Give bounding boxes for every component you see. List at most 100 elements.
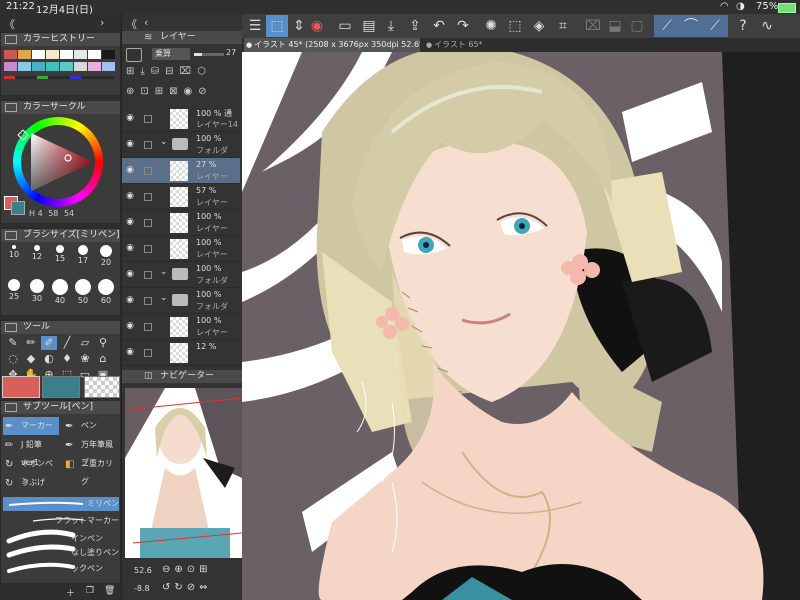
select-all-icon[interactable]: ⬚ bbox=[504, 15, 526, 37]
decoration-tool-icon[interactable]: ❀ bbox=[77, 352, 93, 366]
special-ruler-snap-icon[interactable]: ⌒ bbox=[680, 15, 702, 37]
layer-lock-checkbox[interactable] bbox=[144, 219, 152, 227]
menu-icon[interactable]: ☰ bbox=[244, 15, 266, 37]
history-swatch[interactable] bbox=[74, 62, 87, 71]
quick-access-icon[interactable]: ⬚ bbox=[266, 15, 288, 37]
brush-size-option[interactable]: 17 bbox=[72, 245, 94, 265]
crop-icon[interactable]: ⌗ bbox=[552, 15, 574, 37]
blend-tool-icon[interactable]: ♦ bbox=[59, 352, 75, 366]
delete-preset-icon[interactable]: 🗑 bbox=[104, 586, 115, 596]
new-file-icon[interactable]: ▭ bbox=[334, 15, 356, 37]
layer-lock-checkbox[interactable] bbox=[144, 245, 152, 253]
layer-lock-checkbox[interactable] bbox=[144, 115, 152, 123]
invert-selection-icon[interactable]: ⬓ bbox=[604, 15, 626, 37]
tab-inactive[interactable]: イラスト 65* bbox=[424, 38, 504, 52]
blend-mode-select[interactable]: 乗算 bbox=[152, 48, 190, 60]
ruler-snap-icon[interactable]: ⟋ bbox=[656, 15, 678, 37]
history-swatch[interactable] bbox=[46, 62, 59, 71]
layer-lock-checkbox[interactable] bbox=[144, 167, 152, 175]
layer-row[interactable]: ◉ 27 % レイヤー bbox=[122, 158, 240, 184]
layer-row[interactable]: ◉ 100 % レイヤー bbox=[122, 314, 240, 340]
save-icon[interactable]: ⤓ bbox=[380, 15, 402, 37]
layer-row[interactable]: ◉ 100 % レイヤー bbox=[122, 236, 240, 262]
brush-size-option[interactable]: 60 bbox=[95, 279, 117, 305]
open-folder-icon[interactable]: ▤ bbox=[358, 15, 380, 37]
visibility-eye-icon[interactable]: ◉ bbox=[124, 217, 136, 227]
history-swatch[interactable] bbox=[18, 50, 31, 59]
brush-size-option[interactable]: 15 bbox=[49, 245, 71, 263]
layer-row[interactable]: ◉ ⌄ 100 % フォルダ bbox=[122, 262, 240, 288]
visibility-eye-icon[interactable]: ◉ bbox=[124, 165, 136, 175]
folder-expand-icon[interactable]: ⌄ bbox=[160, 137, 168, 147]
layer-lock-checkbox[interactable] bbox=[144, 323, 152, 331]
layer-row[interactable]: ◉ 57 % レイヤー bbox=[122, 184, 240, 210]
brush-size-option[interactable]: 12 bbox=[26, 245, 48, 261]
tab-active[interactable]: イラスト 45* (2508 x 3676px 350dpi 52.6%) bbox=[244, 38, 420, 52]
help-icon[interactable]: ? bbox=[732, 15, 754, 37]
fill-tool-icon[interactable]: ◆ bbox=[23, 352, 39, 366]
brush-size-option[interactable]: 25 bbox=[3, 279, 25, 301]
brush-tool-icon[interactable]: ✐ bbox=[41, 336, 57, 350]
collapse-middle-icon[interactable]: 《 bbox=[126, 16, 137, 32]
undo-icon[interactable]: ↶ bbox=[428, 15, 450, 37]
history-swatch[interactable] bbox=[32, 62, 45, 71]
history-swatch[interactable] bbox=[46, 50, 59, 59]
eraser-tool-icon[interactable]: ▱ bbox=[77, 336, 93, 350]
sub-color-chip[interactable] bbox=[42, 376, 80, 398]
layer-lock-checkbox[interactable] bbox=[144, 141, 152, 149]
record-icon[interactable]: ◉ bbox=[306, 15, 328, 37]
history-swatch[interactable] bbox=[60, 50, 73, 59]
visibility-eye-icon[interactable]: ◉ bbox=[124, 113, 136, 123]
lasso-tool-icon[interactable]: ◌ bbox=[5, 352, 21, 366]
opacity-slider[interactable] bbox=[194, 53, 224, 56]
navigator-thumbnail[interactable] bbox=[125, 388, 242, 558]
layer-lock-checkbox[interactable] bbox=[144, 193, 152, 201]
visibility-eye-icon[interactable]: ◉ bbox=[124, 347, 136, 357]
gradient-tool-icon[interactable]: ◐ bbox=[41, 352, 57, 366]
companion-icon[interactable]: ∿ bbox=[756, 15, 778, 37]
history-swatch[interactable] bbox=[18, 62, 31, 71]
airbrush-tool-icon[interactable]: ╱ bbox=[59, 336, 75, 350]
layer-lock-checkbox[interactable] bbox=[144, 271, 152, 279]
history-swatch[interactable] bbox=[88, 50, 101, 59]
brush-size-option[interactable]: 10 bbox=[3, 245, 25, 259]
eyedropper-tool-icon[interactable]: ⚲ bbox=[95, 336, 111, 350]
history-swatch[interactable] bbox=[60, 62, 73, 71]
redo-icon[interactable]: ↷ bbox=[452, 15, 474, 37]
history-swatch[interactable] bbox=[88, 62, 101, 71]
visibility-eye-icon[interactable]: ◉ bbox=[124, 191, 136, 201]
add-preset-icon[interactable]: ＋ bbox=[66, 586, 75, 599]
history-swatch[interactable] bbox=[74, 50, 87, 59]
visibility-eye-icon[interactable]: ◉ bbox=[124, 321, 136, 331]
layer-row[interactable]: ◉ ⌄ 100 % フォルダ bbox=[122, 132, 240, 158]
layer-toolbar-row2[interactable]: ⊕⊡⊞⊠◉⊘ bbox=[126, 86, 240, 100]
visibility-eye-icon[interactable]: ◉ bbox=[124, 295, 136, 305]
collapse-left-icon[interactable]: 《 bbox=[4, 16, 24, 31]
sub-color-swatch[interactable] bbox=[11, 201, 25, 215]
visibility-eye-icon[interactable]: ◉ bbox=[124, 243, 136, 253]
layer-row[interactable]: ◉ 12 % bbox=[122, 340, 240, 366]
visibility-eye-icon[interactable]: ◉ bbox=[124, 139, 136, 149]
brush-size-option[interactable]: 30 bbox=[26, 279, 48, 303]
layer-row[interactable]: ◉ ⌄ 100 % フォルダ bbox=[122, 288, 240, 314]
fill-icon[interactable]: ◈ bbox=[528, 15, 550, 37]
collapse-arrow-icon[interactable]: › bbox=[100, 16, 120, 29]
pen-tool-icon[interactable]: ✎ bbox=[5, 336, 21, 350]
history-swatch[interactable] bbox=[102, 50, 115, 59]
history-swatch[interactable] bbox=[4, 62, 17, 71]
folder-expand-icon[interactable]: ⌄ bbox=[160, 267, 168, 277]
pencil-tool-icon[interactable]: ✏ bbox=[23, 336, 39, 350]
layer-row[interactable]: ◉ 100 % 通レイヤー14 bbox=[122, 106, 240, 132]
history-swatch[interactable] bbox=[4, 50, 17, 59]
folder-expand-icon[interactable]: ⌄ bbox=[160, 293, 168, 303]
brush-size-option[interactable]: 40 bbox=[49, 279, 71, 305]
back-icon[interactable]: ‹ bbox=[144, 16, 148, 29]
layer-toolbar-row1[interactable]: ⊞⤓⛁⊟⌧⬡ bbox=[126, 66, 240, 80]
loading-icon[interactable]: ✺ bbox=[480, 15, 502, 37]
clear-icon[interactable]: ▢ bbox=[626, 15, 648, 37]
history-swatch[interactable] bbox=[32, 50, 45, 59]
history-swatch[interactable] bbox=[102, 62, 115, 71]
layer-property-button[interactable] bbox=[126, 48, 142, 62]
saturation-triangle[interactable] bbox=[21, 125, 95, 199]
layer-lock-checkbox[interactable] bbox=[144, 349, 152, 357]
